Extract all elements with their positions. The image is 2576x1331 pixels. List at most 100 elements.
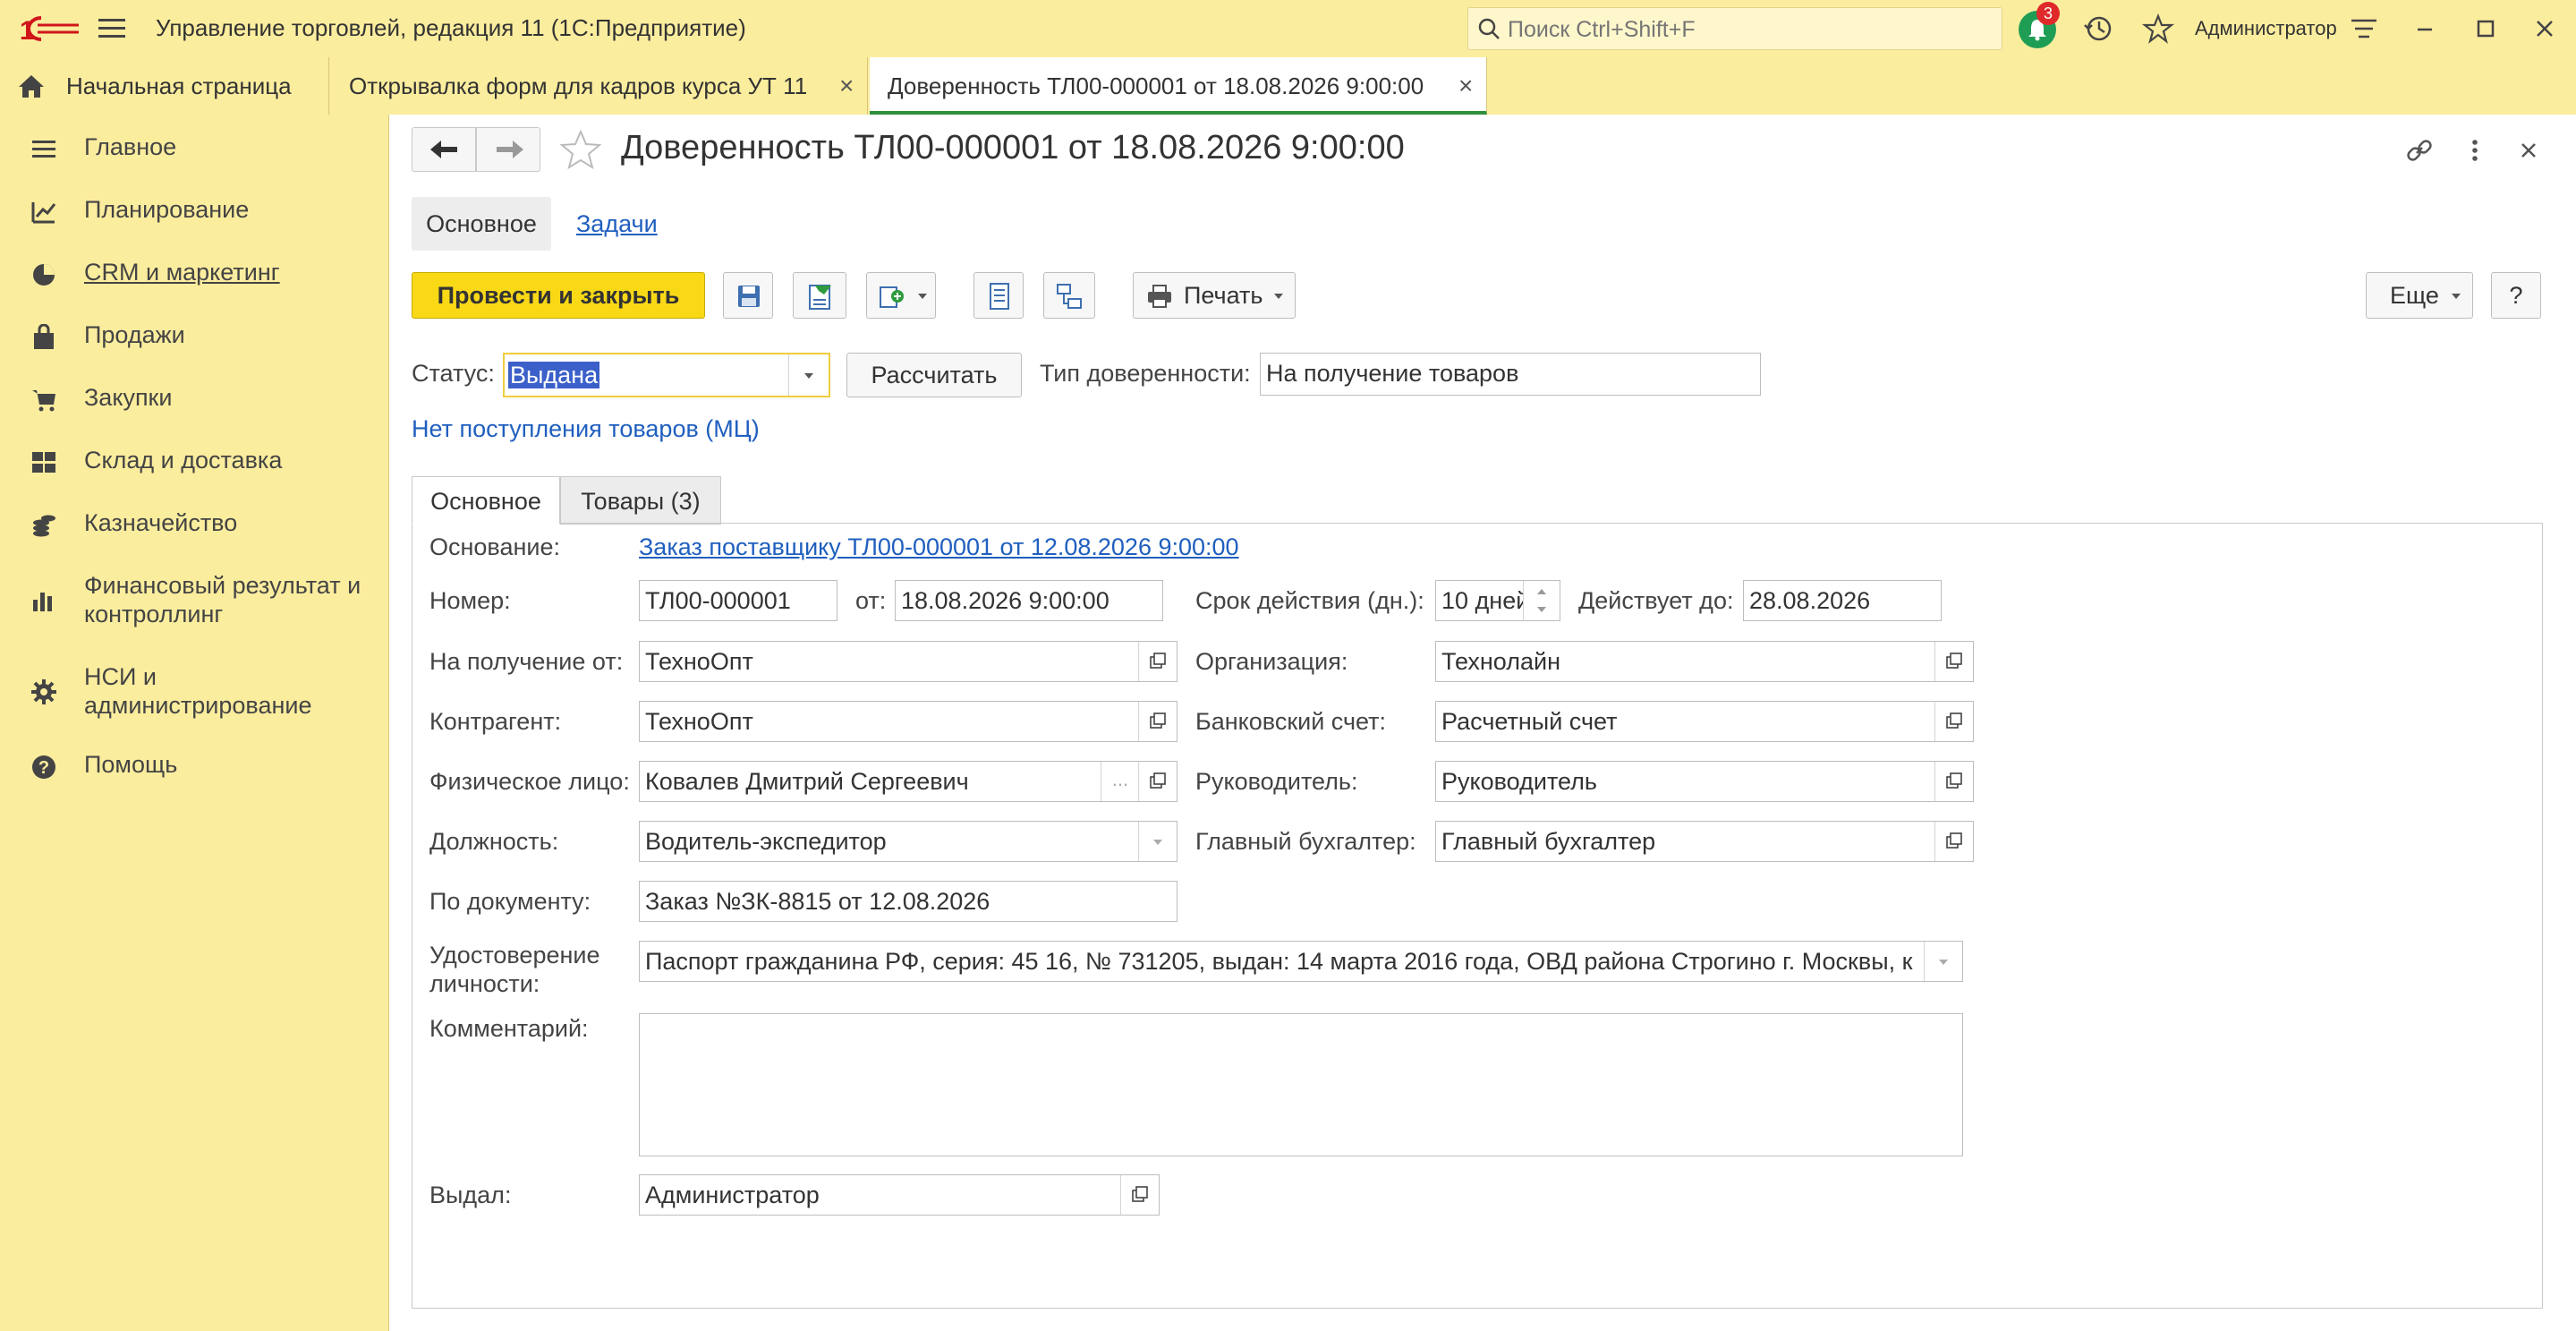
document-list-button[interactable] — [973, 272, 1024, 319]
link-icon[interactable] — [2405, 136, 2434, 165]
stepper-down-icon[interactable] — [1536, 606, 1547, 613]
open-button[interactable] — [1138, 642, 1177, 681]
chief-accountant-field[interactable]: Главный бухгалтер — [1435, 821, 1974, 862]
person-value: Ковалев Дмитрий Сергеевич — [645, 768, 969, 795]
basis-label: Основание: — [429, 533, 560, 560]
open-button[interactable] — [1138, 702, 1177, 741]
post-button[interactable] — [793, 272, 846, 319]
term-stepper[interactable] — [1523, 581, 1560, 620]
close-form-icon[interactable] — [2514, 136, 2543, 165]
term-field[interactable]: 10 дней — [1435, 580, 1560, 621]
settings-lines-icon[interactable] — [2348, 13, 2380, 45]
position-field[interactable]: Водитель-экспедитор — [639, 821, 1177, 862]
print-button[interactable]: Печать — [1133, 272, 1296, 319]
chief-accountant-label: Главный бухгалтер: — [1195, 828, 1416, 855]
sidebar-item-sales[interactable]: Продажи — [0, 320, 388, 356]
save-button[interactable] — [723, 272, 773, 319]
person-field[interactable]: Ковалев Дмитрий Сергеевич ... — [639, 761, 1177, 802]
subtab-main[interactable]: Основное — [412, 197, 551, 251]
sidebar-item-treasury[interactable]: Казначейство — [0, 508, 388, 544]
sidebar-item-main[interactable]: Главное — [0, 132, 388, 168]
svg-text:?: ? — [38, 758, 49, 778]
sidebar-item-purchases[interactable]: Закупки — [0, 383, 388, 419]
1c-logo-icon: 1 — [20, 16, 79, 45]
tab-goods[interactable]: Товары (3) — [560, 476, 721, 525]
counterparty-field[interactable]: ТехноОпт — [639, 701, 1177, 742]
cart-icon — [32, 390, 55, 412]
history-icon[interactable] — [2083, 13, 2115, 45]
sidebar-item-help[interactable]: ? Помощь — [0, 750, 388, 786]
select-button[interactable]: ... — [1101, 762, 1139, 801]
head-field[interactable]: Руководитель — [1435, 761, 1974, 802]
open-button[interactable] — [1934, 642, 1973, 681]
close-tab-icon[interactable]: × — [1458, 57, 1473, 115]
counterparty-value: ТехноОпт — [645, 708, 753, 735]
sidebar-item-finance[interactable]: Финансовый результат и контроллинг — [0, 571, 388, 634]
organization-field[interactable]: Технолайн — [1435, 641, 1974, 682]
valid-to-label: Действует до: — [1578, 587, 1734, 614]
search-input[interactable] — [1506, 8, 1993, 51]
gear-icon — [31, 679, 56, 704]
calculate-button[interactable]: Рассчитать — [846, 353, 1022, 397]
tab-power-of-attorney[interactable]: Доверенность ТЛ00-000001 от 18.08.2026 9… — [870, 57, 1487, 115]
forward-button[interactable] — [476, 127, 540, 172]
arrow-right-icon — [497, 141, 523, 158]
bank-account-field[interactable]: Расчетный счет — [1435, 701, 1974, 742]
more-button[interactable]: Еще — [2366, 272, 2473, 319]
list-document-icon — [990, 283, 1009, 310]
global-search[interactable] — [1467, 7, 2002, 51]
issued-by-field[interactable]: Администратор — [639, 1174, 1160, 1216]
date-field[interactable]: 18.08.2026 9:00:00 — [895, 580, 1163, 621]
back-button[interactable] — [412, 127, 476, 172]
id-document-field[interactable]: Паспорт гражданина РФ, серия: 45 16, № 7… — [639, 941, 1963, 982]
by-document-field[interactable]: Заказ №ЗК-8815 от 12.08.2026 — [639, 881, 1177, 922]
tab-forms-opener[interactable]: Открывалка форм для кадров курса УТ 11 × — [329, 57, 868, 115]
no-receipts-link[interactable]: Нет поступления товаров (МЦ) — [412, 415, 760, 443]
id-document-dropdown-button[interactable] — [1924, 942, 1962, 981]
receive-from-field[interactable]: ТехноОпт — [639, 641, 1177, 682]
comment-textarea[interactable] — [639, 1013, 1963, 1156]
sidebar-item-planning[interactable]: Планирование — [0, 195, 388, 231]
sidebar-item-admin[interactable]: НСИ и администрирование — [0, 662, 388, 725]
app-title: Управление торговлей, редакция 11 (1С:Пр… — [156, 14, 746, 41]
open-button[interactable] — [1934, 762, 1973, 801]
current-user[interactable]: Администратор — [2195, 17, 2337, 40]
arrow-left-icon — [430, 141, 457, 158]
help-button[interactable]: ? — [2491, 272, 2541, 319]
open-button[interactable] — [1934, 822, 1973, 861]
sidebar-item-warehouse[interactable]: Склад и доставка — [0, 446, 388, 482]
tab-main-page[interactable]: Основное — [412, 476, 560, 525]
open-button[interactable] — [1934, 702, 1973, 741]
warehouse-icon — [32, 452, 55, 473]
post-and-close-button[interactable]: Провести и закрыть — [412, 272, 705, 319]
receive-from-value: ТехноОпт — [645, 648, 753, 675]
minimize-icon[interactable] — [2409, 13, 2441, 45]
close-tab-icon[interactable]: × — [839, 57, 854, 115]
favorites-icon[interactable] — [2142, 13, 2174, 45]
sidebar-item-crm[interactable]: CRM и маркетинг — [0, 258, 388, 294]
stepper-up-icon[interactable] — [1536, 588, 1547, 595]
open-button[interactable] — [1138, 762, 1177, 801]
bank-account-value: Расчетный счет — [1441, 708, 1618, 735]
status-select[interactable]: Выдана — [503, 353, 830, 397]
open-button[interactable] — [1120, 1175, 1159, 1215]
number-field[interactable]: ТЛ00-000001 — [639, 580, 837, 621]
maximize-icon[interactable] — [2470, 13, 2502, 45]
sidebar-item-label: Закупки — [84, 384, 173, 411]
status-dropdown-button[interactable] — [788, 354, 829, 396]
tab-home[interactable]: Начальная страница — [0, 57, 329, 115]
favorite-star-icon[interactable] — [560, 129, 601, 170]
close-window-icon[interactable] — [2529, 13, 2561, 45]
number-label: Номер: — [429, 587, 511, 614]
valid-to-field[interactable]: 28.08.2026 — [1743, 580, 1942, 621]
open-icon — [1132, 1186, 1148, 1202]
basis-link[interactable]: Заказ поставщику ТЛ00-000001 от 12.08.20… — [639, 533, 1239, 561]
status-value: Выдана — [508, 362, 600, 388]
type-field[interactable]: На получение товаров — [1260, 353, 1761, 396]
structure-button[interactable] — [1043, 272, 1095, 319]
main-menu-icon[interactable] — [98, 18, 127, 39]
create-based-on-button[interactable] — [866, 272, 936, 319]
more-actions-icon[interactable] — [2461, 136, 2489, 165]
position-dropdown-button[interactable] — [1138, 822, 1177, 861]
subtab-tasks[interactable]: Задачи — [576, 197, 658, 251]
